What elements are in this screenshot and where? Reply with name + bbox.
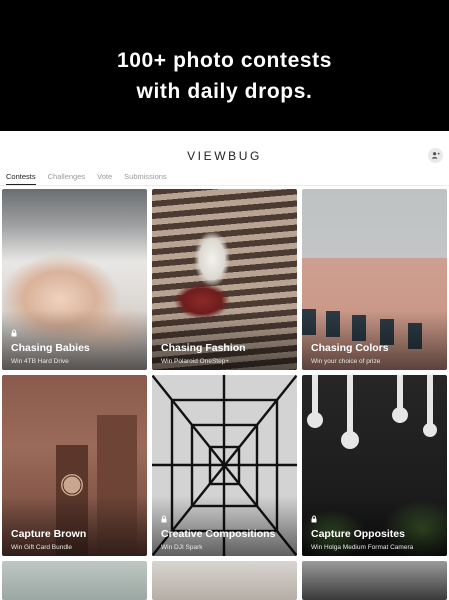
lock-icon: [11, 329, 17, 337]
contest-prize: Win 4TB Hard Drive: [11, 358, 69, 365]
brand-logo: VIEWBUG: [187, 149, 262, 163]
contest-card[interactable]: Chasing Babies Win 4TB Hard Drive: [2, 189, 147, 370]
contest-card[interactable]: Capture Brown Win Gift Card Bundle: [2, 375, 147, 556]
invite-button[interactable]: [428, 148, 443, 163]
tab-vote[interactable]: Vote: [97, 172, 112, 185]
contest-card[interactable]: Chasing Colors Win your choice of prize: [302, 189, 447, 370]
contest-card[interactable]: Capture Opposites Win Holga Medium Forma…: [302, 375, 447, 556]
contest-prize: Win Holga Medium Format Camera: [311, 544, 414, 551]
contest-prize: Win Gift Card Bundle: [11, 544, 73, 551]
tab-submissions[interactable]: Submissions: [124, 172, 167, 185]
contest-card[interactable]: Creative Compositions Win DJI Spark: [152, 375, 297, 556]
contest-card[interactable]: [152, 561, 297, 600]
lock-icon: [311, 515, 317, 523]
contest-prize: Win Polaroid OneStep+: [161, 358, 230, 365]
contest-title: Capture Brown: [11, 528, 87, 540]
contest-title: Chasing Fashion: [161, 342, 246, 354]
contest-card[interactable]: Chasing Fashion Win Polaroid OneStep+: [152, 189, 297, 370]
tab-bar: Contests Challenges Vote Submissions: [6, 172, 179, 185]
promo-headline-line-2: with daily drops.: [136, 80, 313, 103]
contest-card[interactable]: [2, 561, 147, 600]
contest-card[interactable]: [302, 561, 447, 600]
contest-title: Chasing Babies: [11, 342, 90, 354]
tab-divider: [0, 185, 449, 186]
contest-title: Creative Compositions: [161, 528, 276, 540]
contest-prize: Win your choice of prize: [311, 358, 381, 365]
lock-icon: [161, 515, 167, 523]
tab-contests[interactable]: Contests: [6, 172, 36, 185]
add-user-icon: [431, 152, 440, 159]
promo-headline-line-1: 100+ photo contests: [116, 49, 333, 72]
promo-banner: 100+ photo contests with daily drops.: [0, 0, 449, 131]
app-screen: VIEWBUG Contests Challenges Vote Submiss…: [0, 131, 449, 600]
contest-title: Chasing Colors: [311, 342, 389, 354]
contest-prize: Win DJI Spark: [161, 544, 203, 551]
contest-title: Capture Opposites: [311, 528, 405, 540]
tab-challenges[interactable]: Challenges: [48, 172, 86, 185]
